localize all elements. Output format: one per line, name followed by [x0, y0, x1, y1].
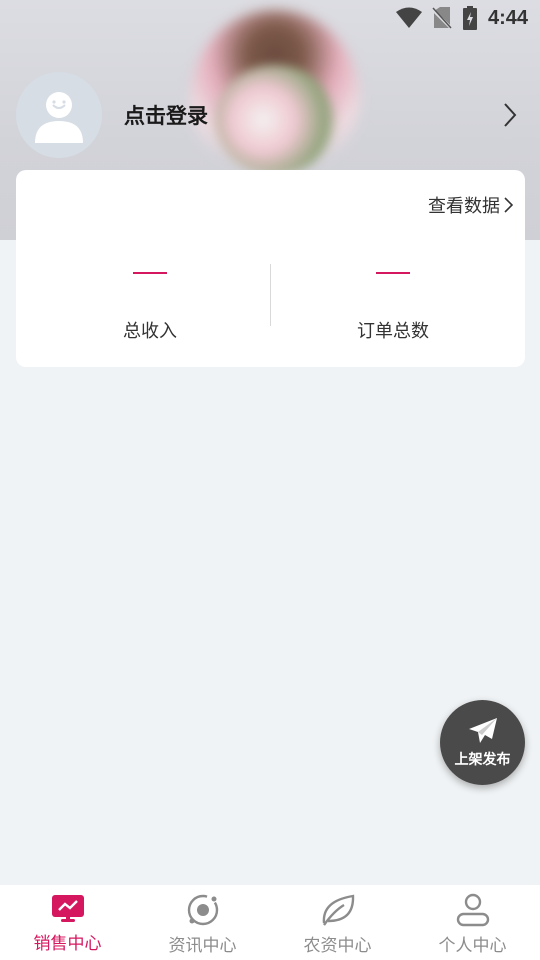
orbit-icon	[187, 894, 218, 926]
avatar[interactable]	[16, 72, 102, 158]
publish-label: 上架发布	[454, 751, 511, 768]
chevron-right-icon[interactable]	[503, 102, 517, 128]
stat-total-income[interactable]: 总收入	[35, 260, 265, 343]
stat-value-placeholder	[133, 272, 167, 274]
nav-item-news-center[interactable]: 资讯中心	[135, 885, 270, 960]
nav-label: 农资中心	[303, 936, 372, 956]
stat-label: 订单总数	[357, 321, 429, 342]
view-data-label: 查看数据	[428, 196, 500, 217]
nav-label: 资讯中心	[168, 936, 237, 956]
chevron-right-icon	[504, 197, 513, 213]
battery-icon	[462, 6, 477, 30]
user-icon	[456, 893, 489, 927]
login-link[interactable]: 点击登录	[124, 100, 208, 130]
leaf-icon	[322, 894, 354, 926]
stat-divider	[270, 264, 271, 326]
stat-label: 总收入	[123, 321, 177, 342]
background-photo-flowers	[215, 65, 335, 175]
stat-total-orders[interactable]: 订单总数	[278, 260, 508, 343]
nav-item-sales-center[interactable]: 销售中心	[0, 885, 135, 960]
view-data-link[interactable]: 查看数据	[428, 192, 513, 218]
user-avatar-icon	[35, 92, 83, 143]
nav-item-personal-center[interactable]: 个人中心	[405, 885, 540, 960]
status-bar: 4:44	[395, 0, 540, 36]
publish-button[interactable]: 上架发布	[440, 700, 525, 785]
nav-item-agri-supplies-center[interactable]: 农资中心	[270, 885, 405, 960]
stats-card: 查看数据 总收入 订单总数	[16, 170, 525, 367]
no-sim-icon	[431, 7, 452, 29]
status-time: 4:44	[487, 6, 528, 29]
wifi-icon	[395, 7, 422, 28]
nav-label: 销售中心	[33, 934, 102, 954]
bottom-navigation: 销售中心 资讯中心 农资中心 个人中心	[0, 885, 540, 960]
paper-plane-icon	[468, 717, 497, 743]
monitor-chart-icon	[51, 895, 84, 922]
nav-label: 个人中心	[438, 936, 507, 956]
stat-value-placeholder	[376, 272, 410, 274]
